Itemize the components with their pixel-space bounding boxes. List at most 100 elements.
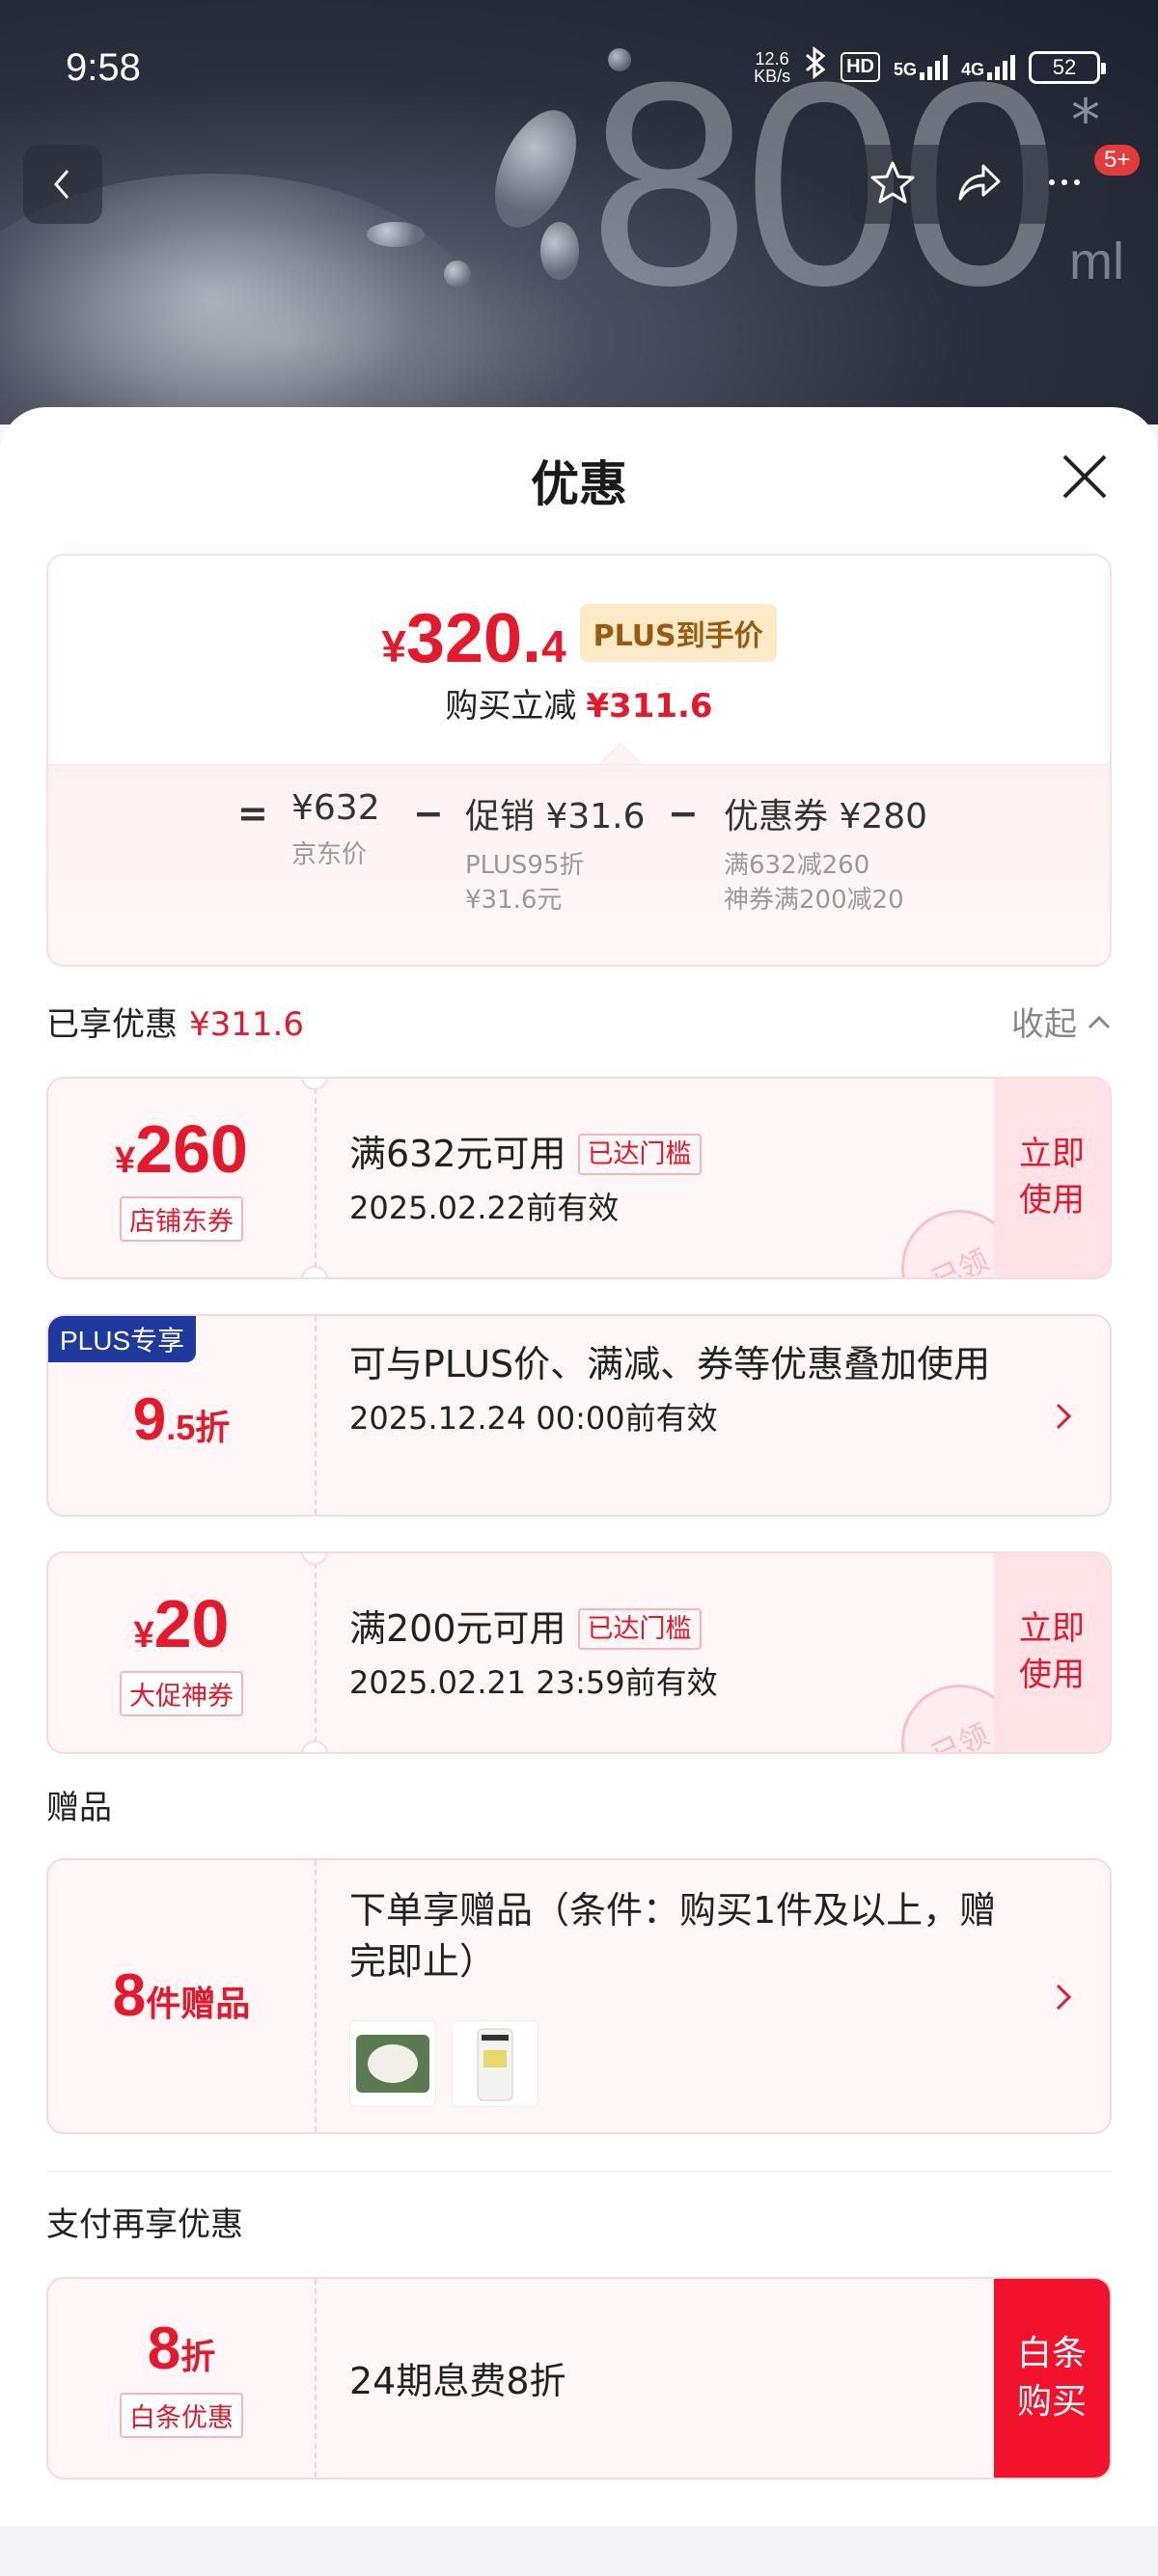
gift-thumbnail	[452, 2020, 538, 2107]
coupon-card-promo[interactable]: ¥20 大促神券 满200元可用 已达门槛 2025.02.21 23:59前有效…	[46, 1551, 1112, 1754]
gift-thumbnail	[349, 2020, 436, 2107]
coupon-divider	[315, 1553, 317, 1752]
net-speed: 12.6 KB/s	[754, 50, 790, 85]
coupon-unit: 折	[195, 1408, 231, 1447]
battery-icon: 52	[1029, 50, 1106, 84]
collapse-label: 收起	[1011, 1005, 1077, 1044]
jd-price: ¥632	[291, 788, 380, 828]
coupon-symbol: ¥	[133, 1614, 154, 1656]
pay-discount-number: 8	[147, 2315, 181, 2382]
discount-sheet: 优惠 ¥320.4 PLUS到手价 购买立减 ¥311.6 = ¥632 京东价 …	[0, 407, 1158, 2576]
gift-detail: 下单享赠品（条件：购买1件及以上，赠完即止）	[349, 1885, 1025, 1987]
collapse-button[interactable]: 收起	[1011, 998, 1112, 1045]
pay-description: 24期息费8折	[349, 2360, 566, 2402]
enjoyed-discount-label: 已享优惠 ¥311.6	[46, 998, 304, 1045]
sheet-title: 优惠	[531, 456, 627, 512]
coupon-amount: ¥20	[133, 1590, 229, 1658]
pay-type-tag: 白条优惠	[120, 2392, 243, 2438]
divider	[46, 2171, 1112, 2172]
minus-sign: −	[668, 792, 699, 835]
coupon-decimal: .5	[166, 1408, 196, 1447]
hd-icon: HD	[841, 52, 880, 82]
signal-5g-icon: 5G	[893, 54, 948, 80]
promo-sub-2: ¥31.6元	[465, 886, 563, 916]
pay-discount-unit: 折	[180, 2336, 216, 2376]
coupon-divider	[315, 1860, 317, 2132]
minus-sign: −	[413, 792, 444, 835]
use-now-button[interactable]: 立即使用	[994, 1553, 1110, 1752]
water-drop	[444, 260, 471, 288]
coupon-value: ¥20 大促神券	[48, 1553, 315, 1752]
gift-card[interactable]: 8件赠品 下单享赠品（条件：购买1件及以上，赠完即止）	[46, 1858, 1112, 2134]
coupon-type-tag: 店铺东券	[120, 1195, 243, 1242]
coupon-amount: 优惠券 ¥280	[724, 797, 928, 836]
coupon-condition: 满632元可用	[349, 1133, 566, 1175]
more-button[interactable]	[1040, 158, 1089, 210]
price-breakdown: = ¥632 京东价 − 促销 ¥31.6 PLUS95折 ¥31.6元 − 优惠…	[48, 764, 1110, 965]
use-now-label: 立即使用	[1019, 1609, 1085, 1694]
instant-discount-label: 购买立减	[445, 687, 577, 726]
promo-amount: 促销 ¥31.6	[465, 797, 646, 836]
coupon-type-tag: 大促神券	[120, 1670, 243, 1716]
message-count-badge: 5+	[1094, 145, 1141, 176]
net-speed-unit: KB/s	[754, 66, 791, 86]
summary-top: ¥320.4 PLUS到手价 购买立减 ¥311.6	[48, 556, 1110, 764]
net-speed-value: 12.6	[755, 48, 789, 69]
status-icons: 12.6 KB/s HD 5G 4G 52	[754, 45, 1106, 88]
signal-4g-label: 4G	[960, 59, 984, 79]
coupon-divider	[315, 1079, 317, 1277]
chevron-up-icon	[1088, 1015, 1111, 1028]
price-dec: 4	[541, 621, 566, 671]
coupon-card-shop[interactable]: ¥260 店铺东券 满632元可用 已达门槛 2025.02.22前有效 已领 立…	[46, 1077, 1112, 1279]
final-price: ¥320.4	[381, 604, 565, 673]
coupon-amount: ¥260	[115, 1115, 248, 1183]
close-icon	[1062, 454, 1107, 499]
share-button[interactable]	[954, 158, 1003, 210]
signal-5g-label: 5G	[893, 59, 917, 79]
hero-unit: ml	[1069, 233, 1124, 290]
instant-discount-value: ¥311.6	[586, 687, 713, 726]
coupon-card-plus[interactable]: PLUS专享 9.5折 可与PLUS价、满减、券等优惠叠加使用 2025.12.…	[46, 1314, 1112, 1517]
coupon-amount: 9.5折	[133, 1390, 231, 1450]
coupon-value: ¥260 店铺东券	[48, 1079, 315, 1277]
coupon-sub-1: 满632减260	[724, 851, 870, 880]
pay-detail: 24期息费8折	[349, 2356, 1025, 2407]
gift-section-label: 赠品	[46, 1789, 112, 1827]
close-button[interactable]	[1054, 446, 1116, 507]
baitiao-buy-button[interactable]: 白条购买	[994, 2279, 1110, 2478]
bottom-bar	[0, 2526, 1158, 2576]
promo-sub-1: PLUS95折	[465, 851, 585, 880]
water-drop	[540, 222, 579, 280]
back-button[interactable]	[23, 145, 102, 224]
more-dots-icon	[1049, 179, 1081, 185]
coupon-value: 9.5折	[48, 1316, 315, 1515]
use-now-label: 立即使用	[1019, 1135, 1085, 1219]
coupon-expiry: 2025.12.24 00:00前有效	[349, 1400, 718, 1438]
coupon-number: 9	[132, 1386, 167, 1453]
baitiao-buy-label: 白条购买	[1017, 2333, 1088, 2422]
gift-value: 8件赠品	[48, 1860, 315, 2132]
equals-sign: =	[237, 792, 268, 835]
signal-4g-icon: 4G	[960, 54, 1015, 80]
coupon-symbol: ¥	[115, 1139, 136, 1181]
use-now-button[interactable]: 立即使用	[994, 1079, 1110, 1277]
gift-unit: 件赠品	[146, 1984, 251, 2023]
pay-section-label: 支付再享优惠	[46, 2206, 243, 2244]
jd-price-term: ¥632 京东价	[291, 788, 380, 872]
instant-discount-row: 购买立减 ¥311.6	[48, 679, 1110, 726]
coupon-condition: 满200元可用	[349, 1607, 566, 1650]
promo-term: 促销 ¥31.6 PLUS95折 ¥31.6元	[465, 788, 646, 918]
favorite-button[interactable]	[868, 158, 917, 210]
price-symbol: ¥	[381, 621, 406, 671]
gift-description: 下单享赠品（条件：购买1件及以上，赠完即止）	[349, 1889, 997, 1984]
coupon-detail: 满200元可用 已达门槛 2025.02.21 23:59前有效	[349, 1603, 1025, 1703]
jd-price-label: 京东价	[291, 840, 368, 869]
price-int: 320.	[405, 600, 542, 677]
enjoyed-value: ¥311.6	[189, 1005, 304, 1044]
pay-value: 8折 白条优惠	[48, 2279, 315, 2478]
price-summary-card: ¥320.4 PLUS到手价 购买立减 ¥311.6 = ¥632 京东价 − 促…	[46, 554, 1112, 967]
baitiao-card[interactable]: 8折 白条优惠 24期息费8折 白条购买	[46, 2277, 1112, 2480]
plus-price-tag: PLUS到手价	[579, 604, 777, 662]
star-icon	[870, 161, 915, 204]
bluetooth-icon	[804, 45, 827, 88]
